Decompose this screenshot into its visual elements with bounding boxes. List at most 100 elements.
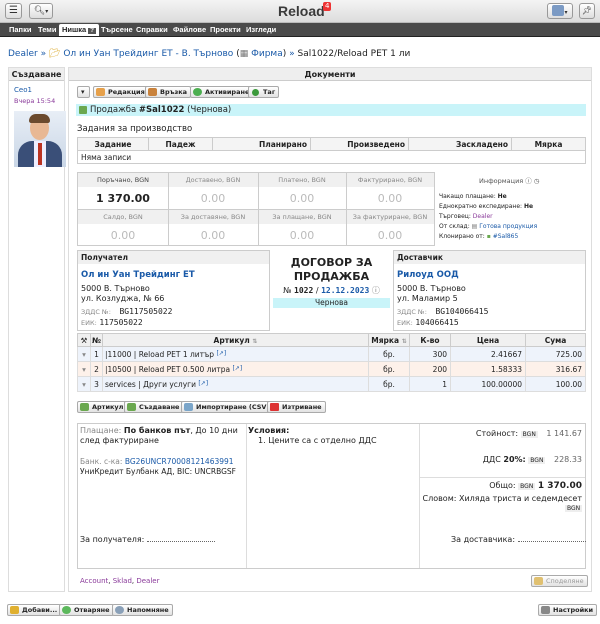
article-name[interactable]: Други услуги <box>143 380 196 389</box>
col-tools[interactable]: ⚒ <box>77 333 91 347</box>
menu-item-search[interactable]: Търсене <box>98 24 136 36</box>
row-sum: 725.00 <box>525 346 586 362</box>
summary-words-row: Словом: Хиляда триста и седемдесет <box>420 494 583 503</box>
open-button[interactable]: Отваряне <box>59 604 114 616</box>
supplier-name[interactable]: Рилоуд ООД <box>397 270 459 280</box>
row-menu[interactable]: ▾ <box>77 361 91 377</box>
external-link-icon[interactable]: [↗] <box>198 380 208 387</box>
share-button[interactable]: Споделяне <box>531 575 588 587</box>
breadcrumb-separator: » <box>40 49 47 59</box>
info-key: Еднократно експедиране: <box>439 203 523 210</box>
article-name[interactable]: Reload PET 1 литър <box>139 350 214 359</box>
col-unit[interactable]: Мярка <box>511 137 586 151</box>
settings-button[interactable]: Настройки <box>538 604 598 616</box>
link-button[interactable]: Връзка <box>145 86 192 98</box>
row-qty: 200 <box>409 361 451 377</box>
row-number: 1 <box>90 346 103 362</box>
breadcrumb-dealer[interactable]: Dealer <box>8 49 38 59</box>
tag-button[interactable]: Таг <box>248 86 280 98</box>
col-stored[interactable]: Заскладено <box>408 137 512 151</box>
col-unit[interactable]: Мярка ⇅ <box>368 333 410 347</box>
col-planned[interactable]: Планирано <box>212 137 311 151</box>
link-icon <box>148 88 157 96</box>
menu-item-thread[interactable]: Нишка ? <box>59 24 99 36</box>
link-label: Връзка <box>160 88 188 96</box>
vat-label: ЗДДС №: <box>81 308 111 316</box>
col-qty[interactable]: К-во <box>409 333 451 347</box>
row-article: |11000 | Reload PET 1 литър [↗] <box>102 346 369 362</box>
documents-header: Документи <box>69 68 591 81</box>
col-price[interactable]: Цена <box>450 333 526 347</box>
help-icon[interactable]: ? <box>88 28 96 34</box>
table-row[interactable]: ▾ 3 services | Други услуги [↗] бр. 1 10… <box>77 376 586 392</box>
menu-item-topics[interactable]: Теми <box>35 24 59 36</box>
user-avatar-button[interactable]: ▾ <box>547 3 573 19</box>
menu-item-views[interactable]: Изгледи <box>243 24 279 36</box>
row-price: 100.00000 <box>450 376 526 392</box>
delivered-value: 0.00 <box>200 192 226 205</box>
search-dropdown-button[interactable]: 🔍︎▾ <box>29 3 53 19</box>
breadcrumb-company[interactable]: Ол ин Уан Трейдинг ЕТ - В. Търново <box>63 49 233 59</box>
menu-item-projects[interactable]: Проекти <box>207 24 244 36</box>
col-unit-label: Мярка <box>371 335 400 345</box>
footer-link-account[interactable]: Account <box>80 577 108 585</box>
add-article-button[interactable]: Артикул <box>77 401 128 413</box>
row-price: 1.58333 <box>450 361 526 377</box>
edit-button[interactable]: Редакция <box>93 86 149 98</box>
contract-number: № 1022 / 12.12.2023 ⓘ <box>272 285 391 296</box>
col-due[interactable]: Падеж <box>148 137 213 151</box>
vat-value: BG104066415 <box>435 307 489 316</box>
col-article[interactable]: Артикул ⇅ <box>102 333 369 347</box>
total-amount: 1 370.00 <box>537 481 582 491</box>
activate-button[interactable]: Активиране <box>190 86 254 98</box>
menu-item-folders[interactable]: Папки <box>6 24 34 36</box>
row-sum: 100.00 <box>525 376 586 392</box>
col-no[interactable]: № <box>90 333 103 347</box>
col-task[interactable]: Задание <box>77 137 149 151</box>
info-icon[interactable]: ⓘ <box>525 177 532 185</box>
delete-button[interactable]: Изтриване <box>267 401 326 413</box>
terms-divider <box>246 424 247 568</box>
menu-item-files[interactable]: Файлове <box>170 24 209 36</box>
currency-badge: BGN <box>520 431 538 438</box>
contract-date: 12.12.2023 <box>321 286 370 295</box>
info-icon[interactable]: ⓘ <box>372 286 380 295</box>
breadcrumb-firm[interactable]: Фирма <box>251 49 283 59</box>
toolbar-toggle-button[interactable]: ▾ <box>77 86 90 98</box>
footer-link-sklad[interactable]: Sklad <box>113 577 132 585</box>
table-row[interactable]: ▾ 2 |10500 | Reload PET 0.500 литра [↗] … <box>77 361 586 377</box>
notification-badge[interactable]: 4 <box>323 2 332 11</box>
open-icon <box>62 606 71 614</box>
footer-link-dealer[interactable]: Dealer <box>136 577 159 585</box>
recipient-name[interactable]: Ол ин Уан Трейдинг ЕТ <box>81 270 195 280</box>
menu-item-reports[interactable]: Справки <box>133 24 171 36</box>
article-name[interactable]: Reload PET 0.500 литра <box>139 365 230 374</box>
avatar-hair <box>29 114 50 123</box>
reminder-button[interactable]: Напомняне <box>112 604 173 616</box>
import-csv-button[interactable]: Импортиране (CSV) <box>181 401 274 413</box>
external-link-icon[interactable]: [↗] <box>216 350 226 357</box>
chevron-down-icon: ▾ <box>82 349 86 359</box>
add-menu-button[interactable]: Добави... <box>7 604 62 616</box>
words-currency-badge: BGN <box>565 505 583 512</box>
external-link-icon[interactable]: [↗] <box>232 365 242 372</box>
hamburger-menu-button[interactable]: ☰ <box>5 3 22 19</box>
creator-user[interactable]: Ceo1 <box>14 86 32 94</box>
row-menu[interactable]: ▾ <box>77 346 91 362</box>
totals-separator <box>78 209 434 210</box>
cloned-link[interactable]: #Sal865 <box>493 233 519 240</box>
invoiced-value: 0.00 <box>377 192 403 205</box>
col-produced[interactable]: Произведено <box>310 137 409 151</box>
sign-recipient-label: За получателя: <box>80 535 145 544</box>
warehouse-link[interactable]: Готова продукция <box>479 223 537 230</box>
pin-button[interactable]: 📌︎ <box>579 3 595 19</box>
supplier-eik: ЕИК: 104066415 <box>397 318 459 327</box>
table-row[interactable]: ▾ 1 |11000 | Reload PET 1 литър [↗] бр. … <box>77 346 586 362</box>
row-menu[interactable]: ▾ <box>77 376 91 392</box>
clock-icon[interactable]: ◷ <box>534 177 540 185</box>
dealer-link[interactable]: Dealer <box>473 213 493 220</box>
create-button[interactable]: Създаване <box>124 401 184 413</box>
app-logo: Reload <box>278 3 325 19</box>
sale-icon: ▪ <box>486 233 491 240</box>
col-sum[interactable]: Сума <box>525 333 586 347</box>
